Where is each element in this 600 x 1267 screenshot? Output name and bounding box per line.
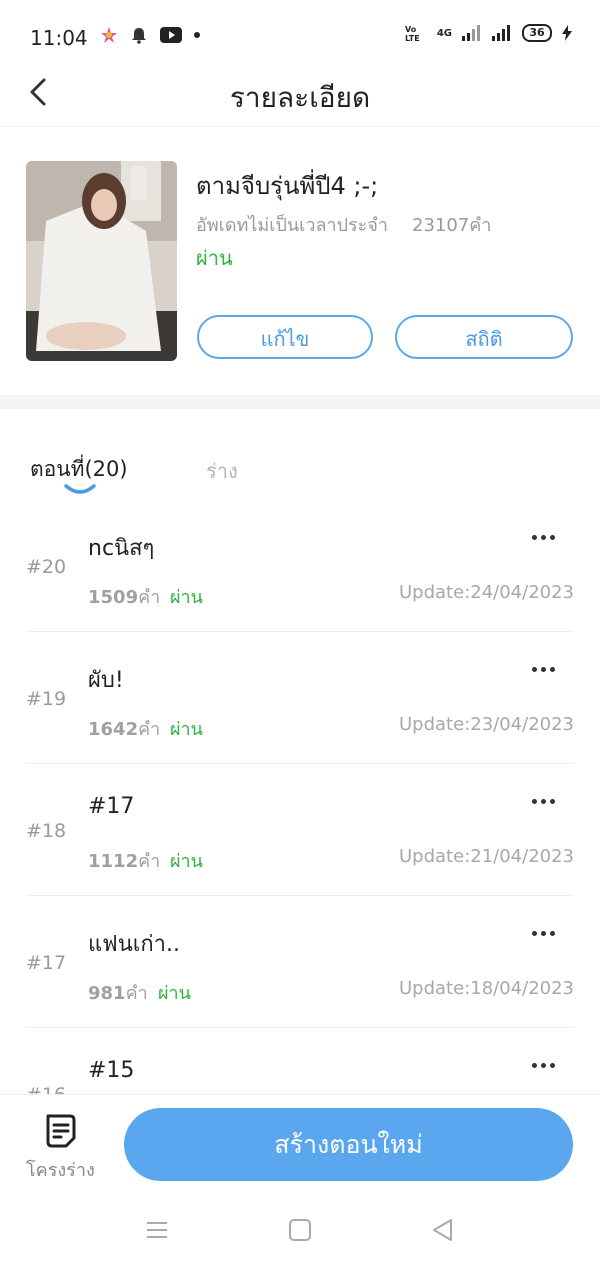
- notification-dot-icon: [194, 32, 200, 38]
- episode-word-count: 1642คำ: [88, 714, 160, 743]
- episode-row[interactable]: #17 แฟนเก่า.. 981คำ ผ่าน Update:18/04/20…: [0, 896, 600, 1028]
- episode-update-date: Update:18/04/2023: [399, 978, 574, 999]
- episode-word-count: 981คำ: [88, 978, 148, 1007]
- episode-number: #19: [26, 688, 67, 710]
- youtube-icon: [160, 27, 182, 43]
- page-title: รายละเอียด: [229, 81, 371, 114]
- battery-level: 36: [522, 24, 552, 42]
- book-meta: อัพเดทไม่เป็นเวลาประจำ 23107คำ: [196, 210, 491, 239]
- episode-status: ผ่าน: [170, 851, 203, 872]
- episode-update-date: Update:21/04/2023: [399, 846, 574, 867]
- status-right-icons: Vo LTE 4G 36: [405, 24, 572, 42]
- total-word-count: 23107คำ: [412, 215, 492, 236]
- episode-status: ผ่าน: [158, 983, 191, 1004]
- word-count-value: 981: [88, 983, 126, 1004]
- bell-icon: [132, 28, 146, 44]
- status-bar: 11:04 Vo LTE 4G 36: [0, 0, 600, 62]
- episode-number: #17: [26, 952, 67, 974]
- svg-text:Vo: Vo: [405, 25, 417, 34]
- signal-icon: [462, 25, 480, 41]
- back-triangle-icon[interactable]: [429, 1216, 457, 1244]
- word-count-value: 1112: [88, 851, 139, 872]
- episode-number: #16: [26, 1084, 66, 1094]
- signal-icon-2: [492, 25, 510, 41]
- cover-image: [26, 161, 177, 361]
- edit-button[interactable]: แก้ไข: [197, 315, 373, 359]
- episode-update-date: Update:24/04/2023: [399, 582, 574, 603]
- tab-drafts[interactable]: ร่าง: [206, 455, 238, 487]
- word-unit: คำ: [125, 983, 148, 1004]
- episode-status: ผ่าน: [170, 587, 203, 608]
- outline-label[interactable]: โครงร่าง: [26, 1155, 95, 1184]
- episode-word-count: 1112คำ: [88, 846, 160, 875]
- status-left-icons: [100, 26, 200, 44]
- episode-title: #17: [88, 794, 135, 819]
- volte-icon: Vo LTE: [405, 25, 420, 42]
- episode-title: #15: [88, 1058, 135, 1083]
- section-divider: [0, 395, 600, 409]
- book-cover[interactable]: [26, 161, 177, 361]
- status-time: 11:04: [30, 26, 88, 50]
- active-tab-indicator: [64, 484, 96, 494]
- update-schedule: อัพเดทไม่เป็นเวลาประจำ: [196, 215, 388, 236]
- book-title: ตามจีบรุ่นพี่ปี4 ;-;: [196, 172, 379, 200]
- book-status: ผ่าน: [196, 246, 233, 270]
- word-count-value: 1509: [88, 587, 139, 608]
- network-type: 4G: [436, 27, 452, 39]
- episode-title: ncนิสๆ: [88, 536, 155, 561]
- document-icon: [46, 1114, 76, 1148]
- episode-title: แฟนเก่า..: [88, 932, 180, 957]
- episode-number: #18: [26, 820, 67, 842]
- episode-update-date: Update:23/04/2023: [399, 714, 574, 735]
- episode-row[interactable]: #18 #17 1112คำ ผ่าน Update:21/04/2023: [0, 764, 600, 896]
- app-header: รายละเอียด: [0, 62, 600, 127]
- menu-icon[interactable]: [143, 1216, 171, 1244]
- svg-text:LTE: LTE: [405, 34, 420, 42]
- more-options-button[interactable]: [530, 660, 560, 680]
- more-options-button[interactable]: [530, 792, 560, 812]
- episode-status: ผ่าน: [170, 719, 203, 740]
- episode-list: #20 ncนิสๆ 1509คำ ผ่าน Update:24/04/2023…: [0, 500, 600, 1094]
- episode-row[interactable]: #20 ncนิสๆ 1509คำ ผ่าน Update:24/04/2023: [0, 500, 600, 632]
- word-unit: คำ: [138, 851, 161, 872]
- home-icon[interactable]: [286, 1216, 314, 1244]
- stats-button[interactable]: สถิติ: [395, 315, 573, 359]
- word-count-value: 1642: [88, 719, 139, 740]
- create-episode-button[interactable]: สร้างตอนใหม่: [124, 1108, 573, 1181]
- episode-title: ผับ!: [88, 668, 124, 693]
- word-unit: คำ: [138, 587, 161, 608]
- word-unit: คำ: [138, 719, 161, 740]
- episode-number: #20: [26, 556, 67, 578]
- app-star-icon: [101, 27, 117, 43]
- bottom-action-bar: โครงร่าง สร้างตอนใหม่: [0, 1094, 600, 1195]
- more-options-button[interactable]: [530, 528, 560, 548]
- system-nav-bar: [0, 1194, 600, 1267]
- episode-word-count: 1509คำ: [88, 582, 160, 611]
- charging-icon: [562, 25, 572, 41]
- more-options-button[interactable]: [530, 1056, 560, 1076]
- episode-row[interactable]: #19 ผับ! 1642คำ ผ่าน Update:23/04/2023: [0, 632, 600, 764]
- more-options-button[interactable]: [530, 924, 560, 944]
- episode-row[interactable]: #16 #15: [0, 1028, 600, 1094]
- outline-button[interactable]: [44, 1113, 78, 1149]
